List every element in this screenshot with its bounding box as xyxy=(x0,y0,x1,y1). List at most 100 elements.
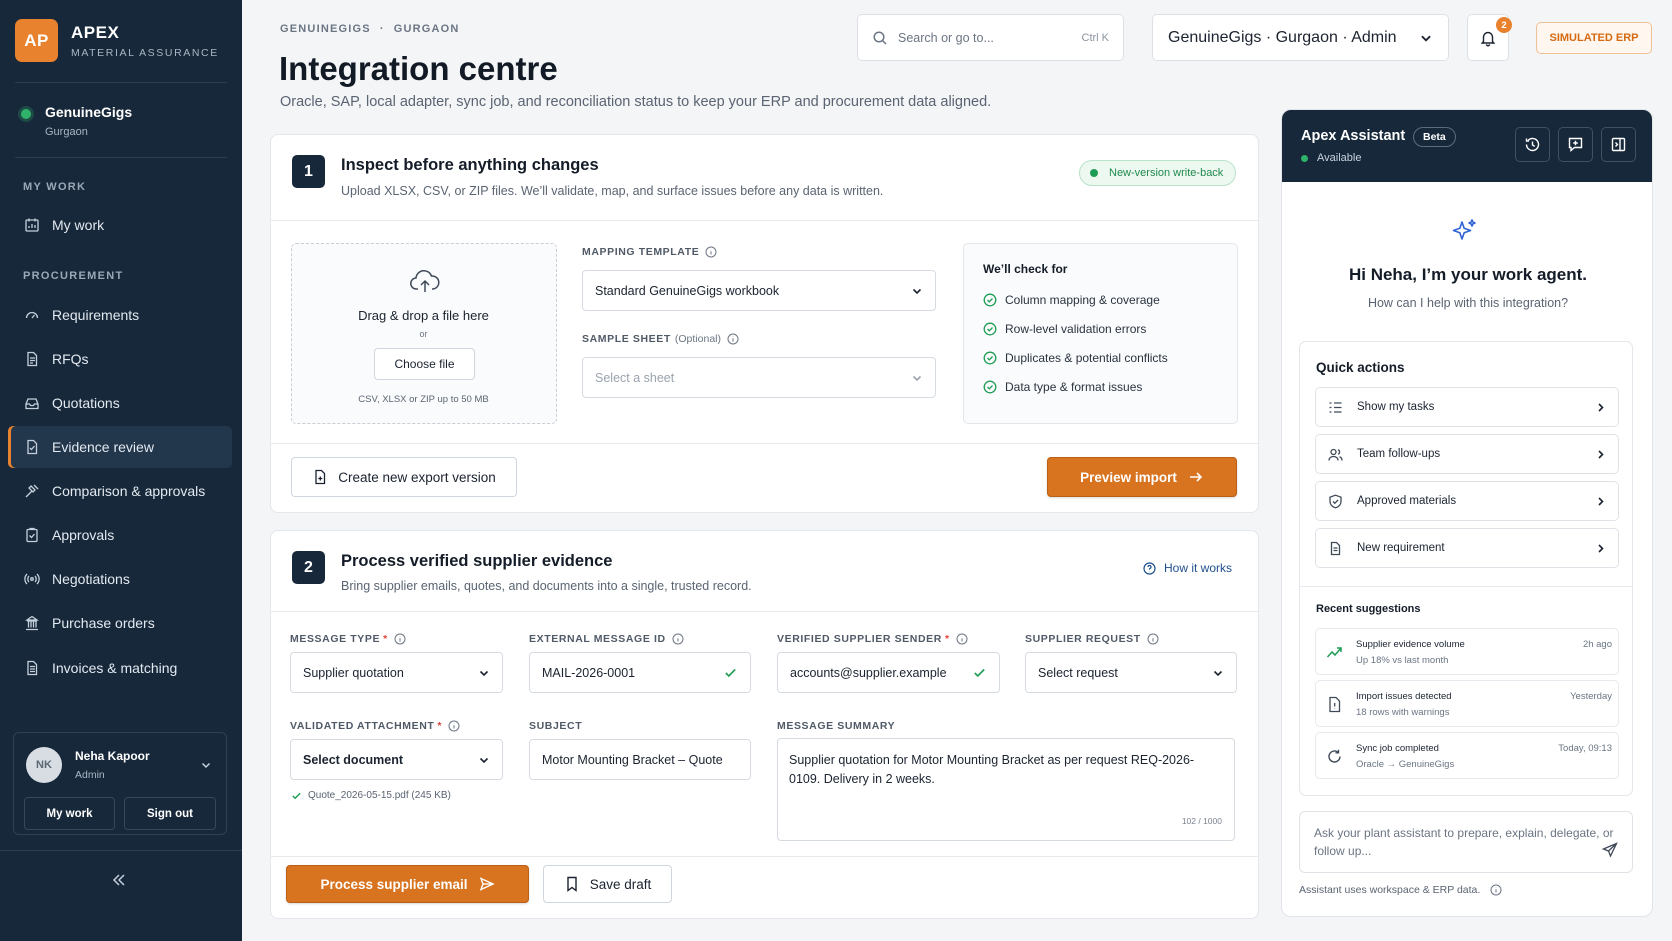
chevron-down-icon xyxy=(1421,35,1431,42)
quick-action-new-requirement[interactable]: New requirement xyxy=(1315,528,1619,568)
save-draft-button[interactable]: Save draft xyxy=(543,865,672,903)
org-selector[interactable]: GenuineGigs · Gurgaon · Admin xyxy=(1152,14,1449,61)
info-icon[interactable] xyxy=(672,633,684,645)
message-summary-field[interactable]: Supplier quotation for Motor Mounting Br… xyxy=(777,738,1235,841)
avatar[interactable]: NK xyxy=(26,747,62,783)
quick-action-show-my-tasks[interactable]: Show my tasks xyxy=(1315,387,1619,427)
how-it-works-label: How it works xyxy=(1164,561,1233,575)
document-check-icon xyxy=(27,439,38,455)
external-message-id-field[interactable]: MAIL-2026-0001 xyxy=(529,652,751,693)
info-icon[interactable] xyxy=(727,333,739,345)
info-icon[interactable] xyxy=(1490,884,1502,896)
collapse-panel-button[interactable] xyxy=(1601,127,1636,162)
divider xyxy=(0,850,242,851)
assistant-input[interactable]: Ask your plant assistant to prepare, exp… xyxy=(1299,811,1633,873)
sidebar-item-negotiations[interactable]: Negotiations xyxy=(8,558,232,600)
suggestion-time: Yesterday xyxy=(1570,691,1612,702)
suggestion-subtitle: Up 18% vs last month xyxy=(1356,655,1449,666)
supplier-request-select[interactable]: Select request xyxy=(1025,652,1237,693)
dropzone-or: or xyxy=(419,329,428,339)
quick-action-team-follow-ups[interactable]: Team follow-ups xyxy=(1315,434,1619,474)
document-icon xyxy=(27,351,38,367)
status-badge-label: New-version write-back xyxy=(1109,167,1224,179)
info-icon[interactable] xyxy=(394,633,406,645)
sample-sheet-select[interactable]: Select a sheet xyxy=(582,357,936,398)
assistant-header: Apex Assistant Beta Available xyxy=(1282,110,1652,182)
breadcrumb-location[interactable]: GURGAON xyxy=(394,23,460,35)
sidebar-item-label: Evidence review xyxy=(52,439,154,455)
chevron-down-icon[interactable] xyxy=(200,759,212,771)
message-type-select[interactable]: Supplier quotation xyxy=(290,652,503,693)
check-icon xyxy=(292,792,301,800)
my-work-button[interactable]: My work xyxy=(24,797,115,830)
subject-field[interactable]: Motor Mounting Bracket – Quote xyxy=(529,739,751,780)
step-number: 2 xyxy=(292,551,325,584)
suggestion-title: Supplier evidence volume xyxy=(1356,639,1465,650)
section-title-my-work: MY WORK xyxy=(23,181,87,193)
choose-file-button[interactable]: Choose file xyxy=(374,348,475,380)
chevron-right-icon xyxy=(1598,543,1604,553)
step-number: 1 xyxy=(292,155,325,188)
create-export-version-button[interactable]: Create new export version xyxy=(291,457,517,497)
assistant-panel: Apex Assistant Beta Available Hi Neha, I… xyxy=(1281,109,1653,917)
search-icon xyxy=(873,30,887,45)
collapse-sidebar-icon[interactable] xyxy=(111,872,127,888)
section-title-procurement: PROCUREMENT xyxy=(23,270,124,282)
new-chat-button[interactable] xyxy=(1558,127,1593,162)
file-dropzone[interactable]: Drag & drop a file here or Choose file C… xyxy=(291,243,557,424)
search-input[interactable]: Search or go to... Ctrl K xyxy=(857,14,1124,61)
character-count: 102 / 1000 xyxy=(1181,816,1222,826)
info-icon[interactable] xyxy=(956,633,968,645)
process-supplier-email-button[interactable]: Process supplier email xyxy=(286,865,529,903)
status-dot xyxy=(1301,154,1308,162)
checks-panel: We’ll check for Column mapping & coverag… xyxy=(963,243,1238,424)
sidebar-item-rfqs[interactable]: RFQs xyxy=(8,338,232,380)
sparkle-icon xyxy=(1452,219,1476,240)
sidebar-item-invoices-matching[interactable]: Invoices & matching xyxy=(8,647,232,689)
suggestion-item[interactable]: Sync job completed Oracle → GenuineGigs … xyxy=(1315,732,1619,779)
list-icon xyxy=(1329,401,1342,413)
card-subtitle: Bring supplier emails, quotes, and docum… xyxy=(341,579,752,593)
sidebar-item-approvals[interactable]: Approvals xyxy=(8,514,232,556)
page-description: Oracle, SAP, local adapter, sync job, an… xyxy=(280,94,992,110)
building-icon xyxy=(24,615,40,631)
info-icon[interactable] xyxy=(1147,633,1159,645)
send-icon[interactable] xyxy=(1602,842,1618,858)
upload-cloud-icon xyxy=(410,270,440,292)
sidebar-item-label: Comparison & approvals xyxy=(52,483,206,499)
check-circle-icon xyxy=(983,322,997,336)
sidebar-item-evidence-review[interactable]: Evidence review xyxy=(8,426,232,468)
card-title: Inspect before anything changes xyxy=(341,156,599,174)
breadcrumb-org[interactable]: GENUINEGIGS xyxy=(280,23,371,35)
suggestion-title: Import issues detected xyxy=(1356,691,1452,702)
optional-label: (Optional) xyxy=(674,333,721,345)
mapping-template-label-text: MAPPING TEMPLATE xyxy=(582,246,700,258)
preview-import-button[interactable]: Preview import xyxy=(1047,457,1237,497)
suggestion-item[interactable]: Import issues detected 18 rows with warn… xyxy=(1315,680,1619,727)
info-icon[interactable] xyxy=(705,246,717,258)
notification-badge: 2 xyxy=(1496,17,1512,33)
mapping-template-select[interactable]: Standard GenuineGigs workbook xyxy=(582,270,936,311)
check-item: Data type & format issues xyxy=(983,380,1142,394)
dropzone-title: Drag & drop a file here xyxy=(358,308,489,323)
brand[interactable]: AP APEX MATERIAL ASSURANCE xyxy=(15,19,219,62)
suggestion-item[interactable]: Supplier evidence volume Up 18% vs last … xyxy=(1315,628,1619,675)
sidebar-item-requirements[interactable]: Requirements xyxy=(8,294,232,336)
info-icon[interactable] xyxy=(448,720,460,732)
sidebar-item-comparison-approvals[interactable]: Comparison & approvals xyxy=(8,470,232,512)
breadcrumb-separator: · xyxy=(379,23,385,35)
sidebar-item-my-work[interactable]: My work xyxy=(8,204,232,246)
quick-action-approved-materials[interactable]: Approved materials xyxy=(1315,481,1619,521)
validated-attachment-select[interactable]: Select document xyxy=(290,739,503,780)
sign-out-button[interactable]: Sign out xyxy=(124,797,216,830)
brand-name: APEX xyxy=(71,22,120,42)
check-item-label: Row-level validation errors xyxy=(1005,322,1147,336)
external-message-id-value: MAIL-2026-0001 xyxy=(542,665,636,680)
org-switcher[interactable]: GenuineGigs Gurgaon xyxy=(20,104,132,138)
notifications-button[interactable]: 2 xyxy=(1467,14,1512,61)
history-button[interactable] xyxy=(1515,127,1550,162)
sidebar-item-purchase-orders[interactable]: Purchase orders xyxy=(8,602,232,644)
verified-sender-field[interactable]: accounts@supplier.example xyxy=(777,652,1000,693)
how-it-works-link[interactable]: How it works xyxy=(1143,561,1232,575)
sidebar-item-quotations[interactable]: Quotations xyxy=(8,382,232,424)
